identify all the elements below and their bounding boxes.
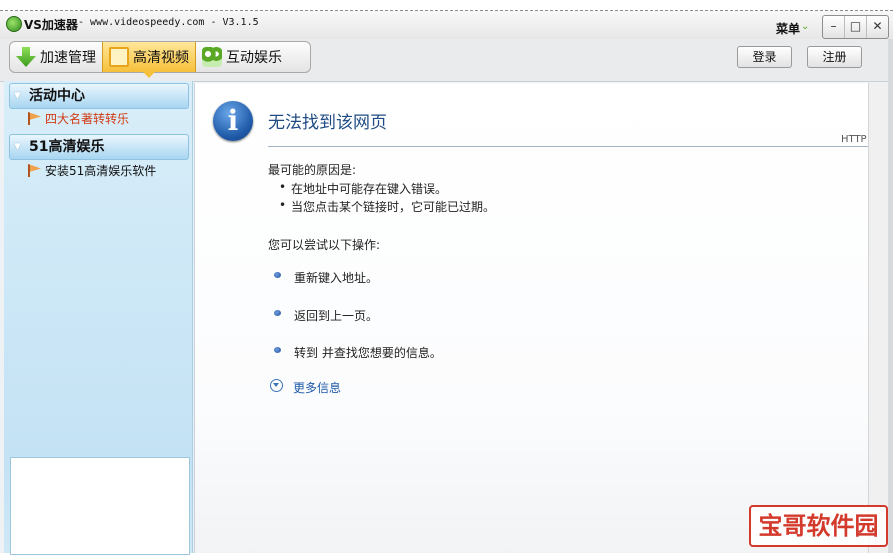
chevron-down-icon[interactable]: ⌄ <box>801 21 809 32</box>
action-retype-address: 重新键入地址。 <box>294 271 379 285</box>
info-icon: i <box>213 101 253 141</box>
bullet-icon <box>274 272 281 278</box>
sidebar-item-label: 四大名著转转乐 <box>45 112 130 126</box>
register-button[interactable]: 注册 <box>807 46 862 68</box>
bullet-icon <box>274 347 281 353</box>
tab-interactive-entertainment[interactable]: 互动娱乐 <box>196 42 288 72</box>
app-title: VS加速器 <box>24 18 78 32</box>
reason-item: 当您点击某个链接时，它可能已过期。 <box>279 198 495 215</box>
reasons-heading: 最可能的原因是: <box>268 163 357 177</box>
minimize-button[interactable]: – <box>823 16 845 38</box>
maximize-button[interactable]: □ <box>845 16 867 38</box>
error-page: i 无法找到该网页 HTTP 最可能的原因是: 在地址中可能存在键入错误。 当您… <box>194 83 868 553</box>
title-bar: VS加速器 - www.videospeedy.com - V3.1.5 菜单 … <box>0 11 893 39</box>
login-button[interactable]: 登录 <box>737 46 792 68</box>
toolbar: 加速管理 高清视频 互动娱乐 登录 注册 <box>0 39 893 82</box>
film-icon <box>109 47 129 67</box>
action-search: 转到 并查找您想要的信息。 <box>294 346 442 360</box>
sidebar: ▼ 活动中心 四大名著转转乐 ▼ 51高清娱乐 安装51高清娱乐软件 <box>4 81 193 555</box>
app-logo-icon <box>6 16 22 32</box>
expand-circle-icon[interactable] <box>270 379 283 392</box>
watermark: 宝哥软件园 <box>749 505 888 547</box>
tab-label: 互动娱乐 <box>226 50 282 66</box>
bullet-icon <box>274 310 281 316</box>
app-subtitle: - www.videospeedy.com - V3.1.5 <box>78 17 259 28</box>
sidebar-section-title: 51高清娱乐 <box>29 139 105 155</box>
sidebar-item-install-51hd[interactable]: 安装51高清娱乐软件 <box>28 162 156 180</box>
sidebar-section-51hd[interactable]: ▼ 51高清娱乐 <box>9 134 189 160</box>
tab-label: 加速管理 <box>40 50 96 66</box>
divider <box>268 146 868 147</box>
reason-item: 在地址中可能存在键入错误。 <box>279 180 447 197</box>
main-tabs: 加速管理 高清视频 互动娱乐 <box>9 41 311 78</box>
sidebar-item-label: 安装51高清娱乐软件 <box>45 164 157 178</box>
more-info-link[interactable]: 更多信息 <box>293 379 341 396</box>
flag-icon <box>28 112 41 125</box>
app-window: VS加速器 - www.videospeedy.com - V3.1.5 菜单 … <box>0 0 893 555</box>
http-label: HTTP <box>841 134 867 145</box>
sidebar-blank-panel <box>10 457 190 555</box>
sidebar-section-title: 活动中心 <box>29 88 85 104</box>
sidebar-item-four-classics[interactable]: 四大名著转转乐 <box>28 110 129 128</box>
collapse-triangle-icon: ▼ <box>14 142 21 152</box>
menu-button[interactable]: 菜单 <box>776 20 800 37</box>
top-border <box>0 0 893 11</box>
collapse-triangle-icon: ▼ <box>14 91 21 101</box>
window-edge <box>888 39 893 553</box>
page-title: 无法找到该网页 <box>268 113 387 133</box>
close-button[interactable]: ✕ <box>867 16 888 38</box>
download-arrow-icon <box>16 47 36 67</box>
tab-speed-management[interactable]: 加速管理 <box>10 42 102 72</box>
tab-label: 高清视频 <box>133 50 189 66</box>
sidebar-section-activity[interactable]: ▼ 活动中心 <box>9 83 189 109</box>
window-controls: – □ ✕ <box>822 15 889 39</box>
flag-icon <box>28 164 41 177</box>
action-go-back[interactable]: 返回到上一页。 <box>294 307 378 324</box>
camera-icon <box>202 47 222 67</box>
tab-hd-video[interactable]: 高清视频 <box>102 42 196 78</box>
actions-heading: 您可以尝试以下操作: <box>268 238 381 252</box>
scrollbar[interactable] <box>868 83 889 553</box>
